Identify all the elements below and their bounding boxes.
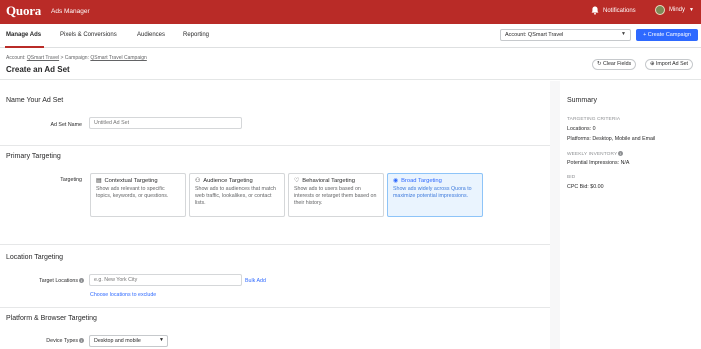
breadcrumb: Account: QSmart Travel > Campaign: QSmar… — [6, 55, 147, 61]
import-ad-set-button[interactable]: ⊕ Import Ad Set — [645, 59, 694, 70]
eye-icon: ◉ — [393, 178, 399, 184]
section-title-name: Name Your Ad Set — [6, 97, 64, 104]
tab-audiences[interactable]: Audiences — [137, 32, 165, 38]
tab-reporting[interactable]: Reporting — [183, 32, 209, 38]
contextual-targeting-card[interactable]: ▤ Contextual Targeting Show ads relevant… — [90, 173, 186, 217]
user-menu[interactable]: Mindy ▼ — [655, 5, 694, 15]
refresh-icon: ↻ — [597, 61, 602, 67]
device-types-select[interactable]: Desktop and mobile ▼ — [89, 335, 168, 347]
info-icon[interactable]: i — [618, 151, 624, 156]
divider — [0, 244, 550, 245]
divider — [0, 307, 550, 308]
weekly-inventory-caption: WEEKLY INVENTORY i — [567, 151, 624, 157]
targeting-criteria-caption: TARGETING CRITERIA — [567, 117, 621, 122]
target-locations-label: Target Locations i — [14, 278, 84, 284]
device-types-label-text: Device Types — [46, 338, 78, 344]
top-bar: Quora Ads Manager Notifications Mindy ▼ — [0, 0, 701, 24]
create-campaign-button[interactable]: + Create Campaign — [636, 29, 698, 41]
weekly-inventory-caption-text: WEEKLY INVENTORY — [567, 151, 618, 157]
tab-manage-ads[interactable]: Manage Ads — [6, 32, 41, 38]
app-name: Ads Manager — [51, 8, 90, 15]
chevron-down-icon: ▼ — [689, 7, 694, 13]
breadcrumb-account-link[interactable]: QSmart Travel — [27, 55, 59, 61]
breadcrumb-account-prefix: Account: — [6, 55, 27, 61]
info-icon[interactable]: i — [79, 338, 84, 344]
users-icon: ⚇ — [195, 178, 201, 184]
card-description: Show ads to audiences that match web tra… — [195, 186, 276, 206]
ad-set-name-input[interactable] — [89, 117, 242, 129]
divider — [0, 145, 550, 146]
targeting-label: Targeting — [60, 177, 82, 183]
card-description: Show ads widely across Quora to maximize… — [393, 186, 472, 199]
card-description: Show ads relevant to specific topics, ke… — [96, 186, 169, 199]
summary-locations: Locations: 0 — [567, 126, 596, 132]
bulk-add-link[interactable]: Bulk Add — [245, 278, 266, 284]
section-title-location: Location Targeting — [6, 254, 64, 261]
bid-caption: BID — [567, 175, 576, 180]
summary-impressions: Potential Impressions: N/A — [567, 160, 630, 166]
summary-cpc-bid: CPC Bid: $0.00 — [567, 184, 604, 190]
behavioral-targeting-card[interactable]: ♡ Behavioral Targeting Show ads to users… — [288, 173, 384, 217]
section-title-platform: Platform & Browser Targeting — [6, 315, 97, 322]
notifications-label: Notifications — [603, 7, 636, 14]
card-title-text: Contextual Targeting — [104, 178, 158, 184]
info-icon[interactable]: i — [79, 278, 84, 284]
breadcrumb-campaign-link[interactable]: QSmart Travel Campaign — [90, 55, 146, 61]
heart-icon: ♡ — [294, 178, 300, 184]
bell-icon — [591, 6, 599, 15]
chevron-down-icon: ▼ — [621, 31, 626, 37]
tab-pixels-conversions[interactable]: Pixels & Conversions — [60, 32, 117, 38]
audience-targeting-card[interactable]: ⚇ Audience Targeting Show ads to audienc… — [189, 173, 285, 217]
section-title-primary-targeting: Primary Targeting — [6, 153, 61, 160]
card-title: ⚇ Audience Targeting — [195, 178, 279, 184]
page-title: Create an Ad Set — [6, 65, 70, 74]
user-name: Mindy — [669, 7, 686, 13]
clear-fields-button[interactable]: ↻ Clear Fields — [592, 59, 637, 70]
device-types-label: Device Types i — [14, 338, 84, 344]
quora-logo[interactable]: Quora — [6, 3, 41, 19]
document-icon: ▤ — [96, 178, 102, 184]
summary-platforms: Platforms: Desktop, Mobile and Email — [567, 136, 656, 142]
card-title-text: Broad Targeting — [401, 178, 442, 184]
avatar — [655, 5, 665, 15]
chevron-down-icon: ▼ — [159, 337, 164, 343]
target-locations-label-text: Target Locations — [39, 278, 78, 284]
broad-targeting-card[interactable]: ◉ Broad Targeting Show ads widely across… — [387, 173, 483, 217]
import-ad-set-label: Import Ad Set — [655, 61, 689, 67]
summary-title: Summary — [567, 97, 597, 104]
import-icon: ⊕ — [650, 61, 655, 67]
notifications-button[interactable]: Notifications — [591, 6, 636, 15]
breadcrumb-separator: > Campaign: — [59, 55, 91, 61]
card-title-text: Audience Targeting — [203, 178, 253, 184]
clear-fields-label: Clear Fields — [602, 61, 632, 67]
target-locations-input[interactable] — [89, 274, 242, 286]
card-description: Show ads to users based on interests or … — [294, 186, 377, 206]
device-types-value: Desktop and mobile — [94, 338, 141, 344]
card-title: ♡ Behavioral Targeting — [294, 178, 378, 184]
ad-set-name-label: Ad Set Name — [50, 122, 82, 128]
account-select-value: Account: QSmart Travel — [505, 32, 564, 38]
exclude-locations-link[interactable]: Choose locations to exclude — [90, 292, 156, 298]
account-select[interactable]: Account: QSmart Travel ▼ — [500, 29, 631, 41]
card-title: ▤ Contextual Targeting — [96, 178, 180, 184]
card-title: ◉ Broad Targeting — [393, 178, 477, 184]
card-title-text: Behavioral Targeting — [302, 178, 355, 184]
